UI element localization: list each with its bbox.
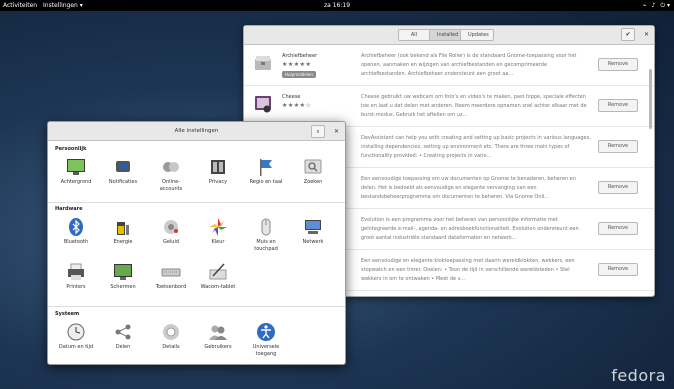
fedora-watermark: fedora [611, 366, 666, 385]
remove-button[interactable]: Remove [598, 58, 638, 71]
app-description: Evolution is een programma voor het behe… [361, 217, 579, 241]
network-icon [305, 220, 321, 234]
panel-online-accounts[interactable]: Online- accounts [147, 157, 195, 193]
software-header: All Installed Updates ✔ ✕ [244, 26, 654, 45]
settings-window: Alle instellingen ⌕ ✕ Persoonlijk Achter… [47, 121, 346, 365]
remove-button[interactable]: Remove [598, 99, 638, 112]
rating-stars: ★★★★★ [282, 61, 312, 68]
tab-installed[interactable]: Installed [430, 29, 461, 41]
accessibility-icon [257, 323, 275, 341]
panel-mouse[interactable]: Muis en touchpad [242, 217, 290, 253]
app-description: Een eenvoudige toepassing om uw document… [361, 176, 576, 200]
file-roller-icon [255, 56, 271, 70]
panel-datetime[interactable]: Datum en tijd [52, 322, 100, 351]
divider [48, 202, 345, 203]
panel-search[interactable]: Zoeken [289, 157, 337, 186]
panel-printers[interactable]: Printers [52, 262, 100, 291]
section-title-personal: Persoonlijk [55, 146, 87, 152]
details-icon [163, 324, 179, 340]
close-icon[interactable]: ✕ [644, 28, 649, 41]
wacom-icon [209, 263, 227, 280]
keyboard-icon [161, 268, 181, 277]
tab-updates[interactable]: Updates [461, 29, 494, 41]
software-tabs: All Installed Updates [398, 29, 494, 41]
search-icon[interactable]: ⌕ [311, 125, 325, 138]
color-icon [209, 218, 227, 236]
app-name: Cheese [282, 94, 301, 100]
network-indicator-icon: ⌁ [642, 2, 647, 9]
panel-keyboard[interactable]: Toetsenbord [147, 262, 195, 291]
remove-button[interactable]: Remove [598, 181, 638, 194]
search-settings-icon [304, 159, 322, 174]
tab-all[interactable]: All [398, 29, 430, 41]
remove-button[interactable]: Remove [598, 263, 638, 276]
select-mode-button[interactable]: ✔ [621, 28, 635, 41]
panel-notifications[interactable]: Notificaties [99, 157, 147, 186]
panel-network[interactable]: Netwerk [289, 217, 337, 246]
panel-details[interactable]: Details [147, 322, 195, 351]
displays-icon [114, 264, 132, 280]
panel-region[interactable]: Regio en taal [242, 157, 290, 186]
divider [48, 306, 345, 307]
remove-button[interactable]: Remove [598, 222, 638, 235]
app-description: Archiefbeheer (ook bekend als File Rolle… [361, 53, 577, 77]
panel-displays[interactable]: Schermen [99, 262, 147, 291]
app-row[interactable]: Archiefbeheer ★★★★★ Hulpmiddelen Archief… [244, 45, 654, 86]
app-description: DevAssistant can help you with creating … [361, 135, 591, 159]
app-description: Cheese gebruikt uw webcam om foto's en v… [361, 94, 587, 118]
settings-title: Alle instellingen [174, 128, 219, 134]
cheese-icon [255, 96, 271, 113]
panel-background[interactable]: Achtergrond [52, 157, 100, 186]
privacy-icon [211, 160, 225, 174]
panel-wacom[interactable]: Wacom-tablet [194, 262, 242, 291]
region-flag-icon [260, 159, 272, 176]
category-badge: Hulpmiddelen [282, 71, 316, 78]
sound-icon [164, 220, 178, 234]
panel-power[interactable]: Energie [99, 217, 147, 246]
top-bar: Activiteiten Instellingen ▾ za 16:19 ⌁ ♪… [0, 0, 674, 11]
section-title-system: Systeem [55, 311, 80, 317]
power-indicator-icon: ⏻ ▾ [660, 2, 670, 9]
rating-stars: ★★★★☆ [282, 102, 312, 109]
app-name: Archiefbeheer [282, 53, 318, 59]
section-title-hardware: Hardware [55, 206, 83, 212]
panel-sharing[interactable]: Delen [99, 322, 147, 351]
bluetooth-icon [69, 218, 83, 236]
clock-icon [67, 323, 85, 341]
volume-indicator-icon: ♪ [651, 2, 656, 9]
app-description: Een eenvoudige en elegante kloktoepassin… [361, 258, 575, 282]
panel-users[interactable]: Gebruikers [194, 322, 242, 351]
share-icon [115, 324, 131, 340]
users-icon [209, 325, 227, 340]
panel-color[interactable]: Kleur [194, 217, 242, 246]
online-accounts-icon [163, 162, 179, 172]
notifications-icon [116, 161, 130, 172]
mouse-icon [261, 218, 271, 236]
settings-header: Alle instellingen ⌕ ✕ [48, 122, 345, 141]
panel-bluetooth[interactable]: Bluetooth [52, 217, 100, 246]
close-icon[interactable]: ✕ [334, 122, 339, 141]
panel-privacy[interactable]: Privacy [194, 157, 242, 186]
panel-universal-access[interactable]: Universele toegang [242, 322, 290, 358]
system-menu[interactable]: ⌁ ♪ ⏻ ▾ [643, 0, 670, 11]
printer-icon [68, 263, 84, 280]
remove-button[interactable]: Remove [598, 140, 638, 153]
scrollbar[interactable] [649, 69, 652, 129]
clock[interactable]: za 16:19 [0, 0, 674, 11]
background-icon [67, 159, 85, 175]
power-icon [117, 222, 129, 235]
panel-sound[interactable]: Geluid [147, 217, 195, 246]
